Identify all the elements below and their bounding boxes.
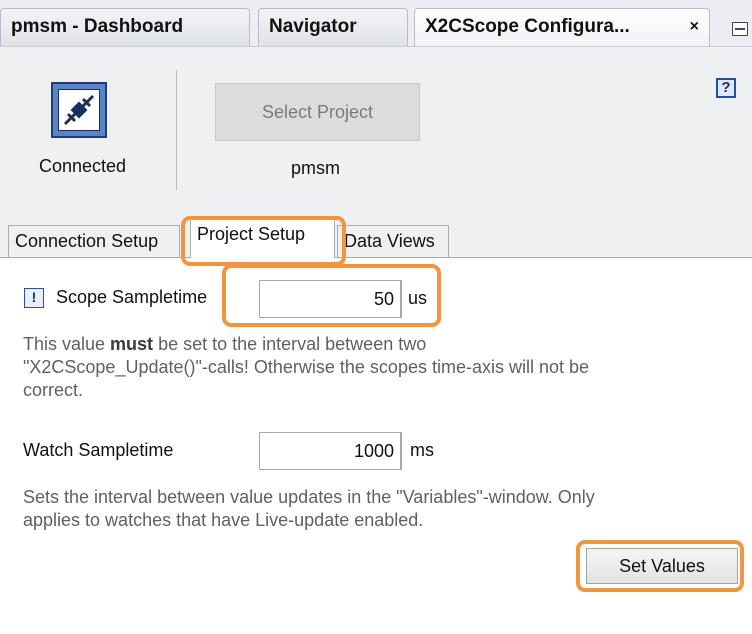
tab-navigator[interactable]: Navigator [258, 8, 408, 46]
tab-label: Navigator [269, 16, 357, 37]
scope-sampletime-unit: us [408, 288, 428, 308]
connected-plug-icon[interactable] [51, 82, 107, 138]
tab-label: pmsm - Dashboard [11, 16, 184, 37]
scope-sampletime-label: Scope Sampletime [56, 287, 208, 307]
watch-sampletime-input[interactable]: 1000 [259, 432, 401, 470]
tab-project-setup[interactable]: Project Setup [190, 218, 335, 258]
tab-x2cscope-configuration[interactable]: X2CScope Configura... × [414, 8, 710, 46]
watch-sampletime-note: Sets the interval between value updates … [23, 486, 723, 532]
watch-sampletime-unit: ms [410, 440, 434, 460]
close-icon[interactable]: × [690, 9, 699, 45]
scope-sampletime-input[interactable]: 50 [259, 280, 401, 318]
note-text: applies to watches that have Live-update… [23, 510, 424, 530]
note-emphasis: must [110, 334, 154, 354]
set-values-button[interactable]: Set Values [586, 548, 738, 584]
help-icon[interactable]: ? [716, 78, 736, 98]
project-name: pmsm [291, 158, 340, 178]
minimize-icon[interactable] [732, 22, 748, 36]
select-project-button[interactable]: Select Project [215, 83, 420, 141]
plug-icon-face [58, 89, 100, 131]
exclamation-icon: ! [24, 288, 44, 308]
note-text: be set to the interval between two [153, 334, 427, 354]
tab-label: X2CScope Configura... [425, 16, 630, 37]
plug-icon-graphic [63, 94, 95, 126]
tab-data-views[interactable]: Data Views [337, 225, 449, 257]
tab-label: Project Setup [197, 224, 306, 244]
vertical-divider [176, 70, 177, 190]
note-text: correct. [23, 380, 84, 400]
unit-divider [401, 432, 402, 470]
tab-pmsm-dashboard[interactable]: pmsm - Dashboard [0, 8, 250, 46]
watch-sampletime-label: Watch Sampletime [23, 440, 174, 460]
note-text: This value [23, 334, 111, 354]
note-text: "X2CScope_Update()"-calls! Otherwise the… [23, 357, 590, 377]
window-tab-strip: pmsm - Dashboard Navigator X2CScope Conf… [0, 0, 752, 47]
tab-connection-setup[interactable]: Connection Setup [8, 225, 180, 257]
tab-label: Data Views [344, 231, 435, 251]
connection-status: Connected [39, 156, 127, 176]
scope-sampletime-note: This value must be set to the interval b… [23, 333, 723, 402]
tab-label: Connection Setup [15, 231, 159, 251]
note-text: Sets the interval between value updates … [23, 487, 595, 507]
unit-divider [401, 280, 402, 318]
